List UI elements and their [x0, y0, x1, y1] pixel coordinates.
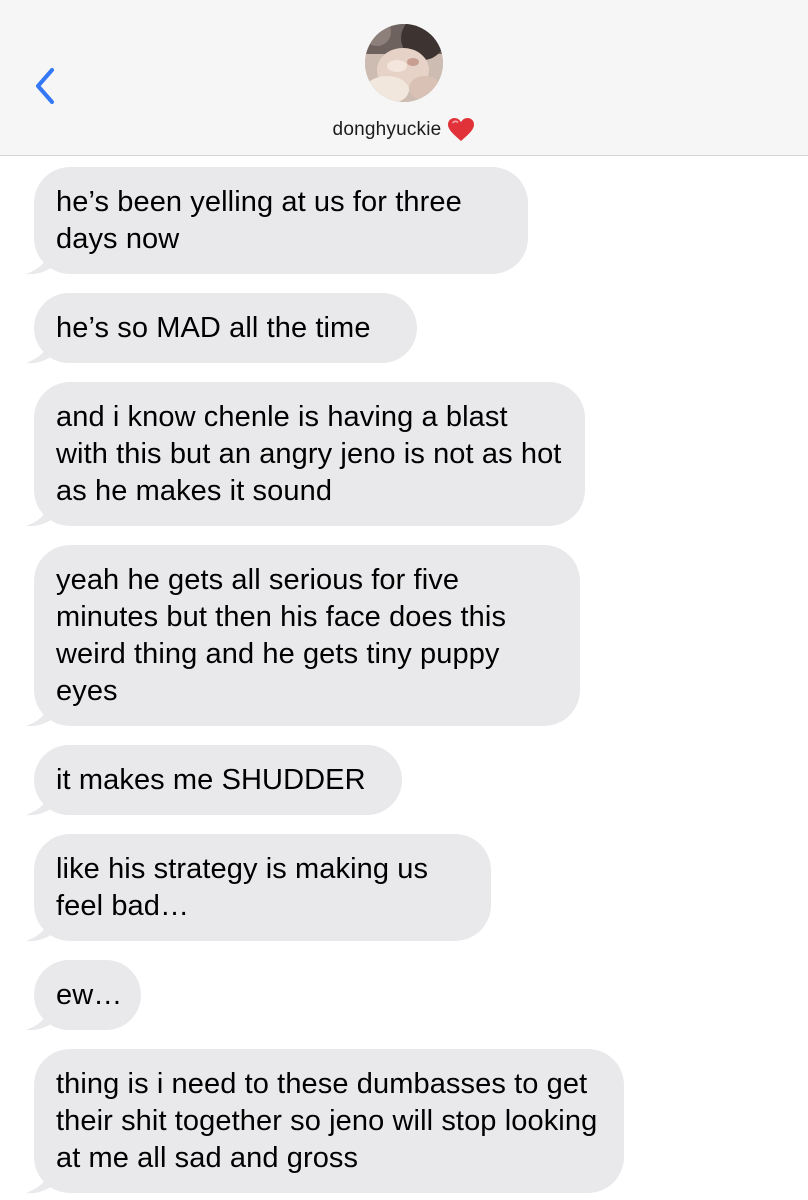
message-bubble[interactable]: he’s so MAD all the time [34, 293, 417, 363]
message-text: and i know chenle is having a blast with… [56, 401, 562, 507]
message-bubble[interactable]: like his strategy is making us feel bad… [34, 834, 491, 941]
message-bubble[interactable]: yeah he gets all serious for five minute… [34, 545, 580, 726]
bubble-tail [22, 917, 62, 943]
message-text: ew… [56, 979, 123, 1011]
contact-name[interactable]: donghyuckie [333, 119, 442, 141]
bubble-tail [22, 1169, 62, 1195]
message-bubble[interactable]: and i know chenle is having a blast with… [34, 382, 585, 526]
message-text: like his strategy is making us feel bad… [56, 853, 429, 922]
message-bubble[interactable]: thing is i need to these dumbasses to ge… [34, 1049, 624, 1193]
message-bubble[interactable]: it makes me SHUDDER [34, 745, 402, 815]
contact-title[interactable]: donghyuckie [0, 112, 808, 148]
message-list: he’s been yelling at us for three days n… [0, 156, 808, 1200]
bubble-tail [22, 250, 62, 276]
contact-avatar[interactable] [365, 24, 443, 102]
conversation-header: donghyuckie [0, 0, 808, 156]
bubble-tail [22, 702, 62, 728]
message-text: thing is i need to these dumbasses to ge… [56, 1068, 598, 1174]
message-text: he’s so MAD all the time [56, 312, 371, 344]
red-heart-icon [447, 117, 475, 143]
back-button[interactable] [26, 60, 70, 112]
bubble-tail [22, 1006, 62, 1032]
chevron-left-icon[interactable] [26, 60, 70, 112]
bubble-tail [22, 791, 62, 817]
bubble-tail [22, 339, 62, 365]
bubble-tail [22, 502, 62, 528]
message-text: it makes me SHUDDER [56, 764, 366, 796]
message-bubble[interactable]: he’s been yelling at us for three days n… [34, 167, 528, 274]
message-text: he’s been yelling at us for three days n… [56, 186, 462, 255]
message-text: yeah he gets all serious for five minute… [56, 564, 507, 707]
